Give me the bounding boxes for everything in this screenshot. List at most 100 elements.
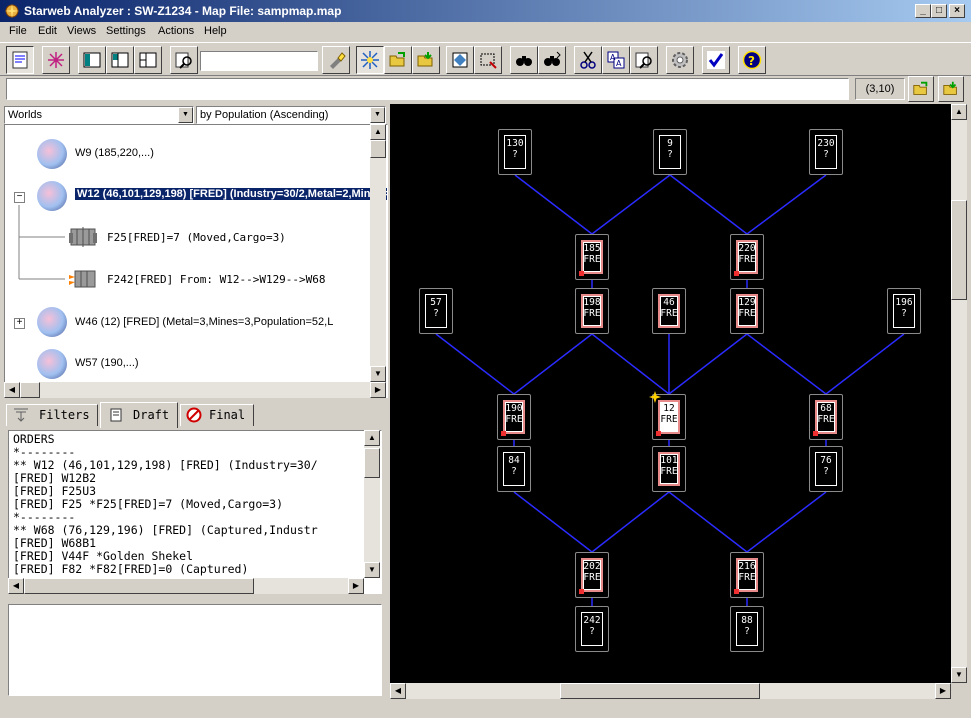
highlight-button[interactable] <box>322 46 350 74</box>
scroll-left-icon[interactable]: ◀ <box>4 382 20 398</box>
map-node-216[interactable]: 216 FRE <box>730 552 764 598</box>
collapse-icon[interactable]: − <box>14 192 25 203</box>
map-vertical-scrollbar[interactable]: ▲ ▼ <box>951 104 967 683</box>
tree-horizontal-scrollbar[interactable]: ◀ ▶ <box>4 382 386 398</box>
map-node-230[interactable]: 230? <box>809 129 843 175</box>
zoom-area-button[interactable] <box>474 46 502 74</box>
map-node-68[interactable]: 68 FRE <box>809 394 843 440</box>
map-node-130[interactable]: 130? <box>498 129 532 175</box>
scroll-down-icon[interactable]: ▼ <box>364 562 380 578</box>
scroll-thumb[interactable] <box>951 200 967 300</box>
map-node-12[interactable]: 12 FRE <box>649 391 686 440</box>
find-next-button[interactable] <box>538 46 566 74</box>
cut-button[interactable] <box>574 46 602 74</box>
map-node-46[interactable]: 46 FRE <box>652 288 686 334</box>
chevron-down-icon[interactable]: ▼ <box>178 107 193 123</box>
tab-final[interactable]: Final <box>180 404 254 426</box>
scroll-thumb[interactable] <box>560 683 760 699</box>
scroll-up-icon[interactable]: ▲ <box>951 104 967 120</box>
minimize-button[interactable]: _ <box>915 4 931 18</box>
map-node-220[interactable]: 220 FRE <box>730 234 764 280</box>
folder-up-button[interactable] <box>908 76 934 102</box>
scroll-right-icon[interactable]: ▶ <box>935 683 951 699</box>
menu-settings[interactable]: Settings <box>106 25 146 37</box>
maximize-button[interactable]: □ <box>931 4 947 18</box>
map-grid-button[interactable] <box>42 46 70 74</box>
orders-horizontal-scrollbar[interactable]: ◀ ▶ <box>8 578 364 594</box>
scroll-left-icon[interactable]: ◀ <box>390 683 406 699</box>
find-world-button[interactable] <box>170 46 198 74</box>
map-node-190[interactable]: 190 FRE <box>497 394 531 440</box>
scroll-right-icon[interactable]: ▶ <box>348 578 364 594</box>
map-node-129[interactable]: 129 FRE <box>730 288 764 334</box>
scroll-right-icon[interactable]: ▶ <box>370 382 386 398</box>
command-input[interactable] <box>6 78 849 100</box>
find-button[interactable] <box>510 46 538 74</box>
scroll-thumb[interactable] <box>20 382 40 398</box>
tree-item-f25[interactable]: F25[FRED]=7 (Moved,Cargo=3) <box>107 231 286 244</box>
chevron-down-icon[interactable]: ▼ <box>370 107 385 123</box>
map-node-84[interactable]: 84? <box>497 446 531 492</box>
scroll-down-icon[interactable]: ▼ <box>951 667 967 683</box>
menu-help[interactable]: Help <box>204 25 227 37</box>
view-toggle-button[interactable] <box>6 46 34 74</box>
zoom-fit-button[interactable] <box>446 46 474 74</box>
map-node-198[interactable]: 198 FRE <box>575 288 609 334</box>
map-node-88[interactable]: 88? <box>730 606 764 652</box>
report-button[interactable] <box>630 46 658 74</box>
scroll-down-icon[interactable]: ▼ <box>370 366 386 382</box>
map-node-57[interactable]: 57? <box>419 288 453 334</box>
help-button[interactable]: ? <box>738 46 766 74</box>
fleet-ship-icon <box>69 227 97 247</box>
settings-button[interactable] <box>666 46 694 74</box>
menu-file[interactable]: File <box>9 25 27 37</box>
map-node-76[interactable]: 76? <box>809 446 843 492</box>
toolbar-search-input[interactable] <box>200 51 318 71</box>
flag-icon <box>501 431 513 437</box>
map-node-196[interactable]: 196? <box>887 288 921 334</box>
map-node-185[interactable]: 185 FRE <box>575 234 609 280</box>
menu-actions[interactable]: Actions <box>158 25 194 37</box>
folder-down-button[interactable] <box>938 76 964 102</box>
layout-split-button[interactable] <box>106 46 134 74</box>
scroll-thumb[interactable] <box>24 578 254 594</box>
tab-draft[interactable]: Draft <box>100 402 178 428</box>
view-select[interactable]: Worlds ▼ <box>4 106 194 124</box>
notes-text-area[interactable] <box>8 604 382 696</box>
tree-item-w57[interactable]: W57 (190,...) <box>75 357 139 369</box>
map-horizontal-scrollbar[interactable]: ◀ ▶ <box>390 683 951 699</box>
scroll-left-icon[interactable]: ◀ <box>8 578 24 594</box>
svg-text:A: A <box>616 59 622 68</box>
check-button[interactable] <box>702 46 730 74</box>
scroll-thumb[interactable] <box>364 448 380 478</box>
tree-item-w9[interactable]: W9 (185,220,...) <box>75 147 154 159</box>
tab-filters[interactable]: Filters <box>6 404 98 426</box>
expand-icon[interactable]: + <box>14 318 25 329</box>
tree-item-f242[interactable]: F242[FRED] From: W12-->W129-->W68 <box>107 273 326 286</box>
tree-vertical-scrollbar[interactable]: ▲ ▼ <box>370 124 386 382</box>
layout-map-button[interactable] <box>134 46 162 74</box>
fleet-marker-icon <box>649 391 661 403</box>
orders-text-area[interactable]: ORDERS *-------- ** W12 (46,101,129,198)… <box>8 430 382 594</box>
tree-item-w12[interactable]: W12 (46,101,129,198) [FRED] (Industry=30… <box>75 188 387 200</box>
map-node-202[interactable]: 202 FRE <box>575 552 609 598</box>
scroll-up-icon[interactable]: ▲ <box>370 124 386 140</box>
map-node-101[interactable]: 101 FRE <box>652 446 686 492</box>
font-button[interactable]: AA <box>602 46 630 74</box>
scroll-thumb[interactable] <box>370 140 386 158</box>
save-folder-button[interactable] <box>412 46 440 74</box>
select-tool-button[interactable] <box>356 46 384 74</box>
menu-edit[interactable]: Edit <box>38 25 57 37</box>
orders-vertical-scrollbar[interactable]: ▲ ▼ <box>364 430 380 578</box>
menu-views[interactable]: Views <box>67 25 96 37</box>
sort-select[interactable]: by Population (Ascending) ▼ <box>196 106 386 124</box>
map-node-9[interactable]: 9? <box>653 129 687 175</box>
map-node-242[interactable]: 242? <box>575 606 609 652</box>
open-folder-button[interactable] <box>384 46 412 74</box>
scroll-up-icon[interactable]: ▲ <box>364 430 380 446</box>
layout-full-button[interactable] <box>78 46 106 74</box>
tree-item-w46[interactable]: W46 (12) [FRED] (Metal=3,Mines=3,Populat… <box>75 316 333 328</box>
binoculars-next-icon <box>544 51 561 66</box>
star-map[interactable]: 130? 9? 230? 185 FRE 220 FRE 57? 198 FRE 46… <box>390 104 951 683</box>
close-button[interactable]: × <box>949 4 965 18</box>
